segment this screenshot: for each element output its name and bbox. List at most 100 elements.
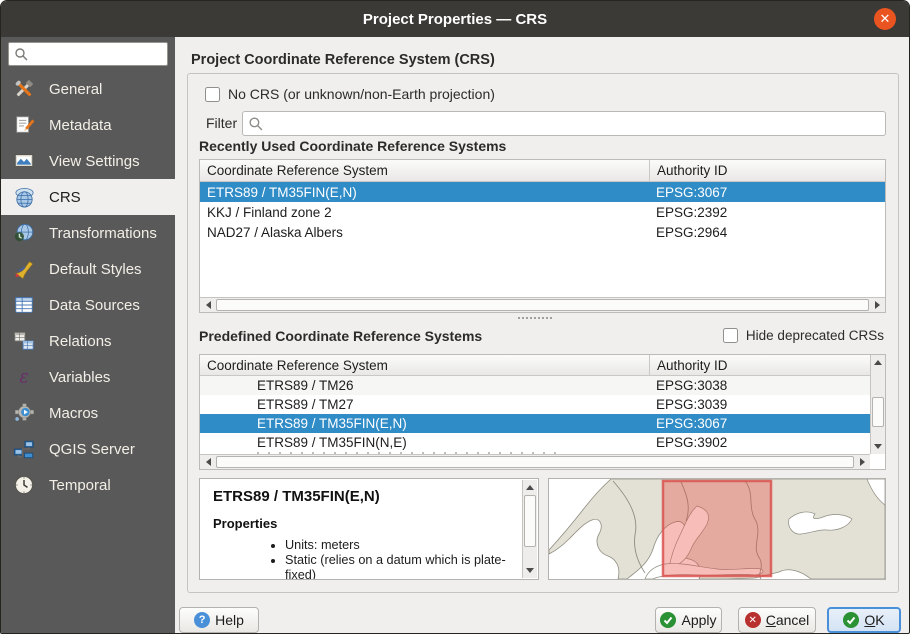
sidebar-item-metadata[interactable]: Metadata: [1, 107, 175, 143]
crs-extent-map-preview: [548, 478, 886, 580]
table-row[interactable]: KKJ / Finland zone 2 EPSG:2392: [200, 202, 885, 222]
sidebar-item-variables[interactable]: ε Variables: [1, 359, 175, 395]
scroll-down-button[interactable]: [870, 440, 885, 454]
gear-play-icon: [11, 400, 37, 426]
sidebar-item-transformations[interactable]: Transformations: [1, 215, 175, 251]
sidebar-item-label: Temporal: [49, 477, 111, 494]
apply-button-label: Apply: [681, 612, 716, 628]
recent-crs-title: Recently Used Coordinate Reference Syste…: [199, 138, 506, 154]
predefined-table-header[interactable]: Coordinate Reference System Authority ID: [200, 355, 885, 376]
crs-properties-heading: Properties: [213, 516, 518, 531]
sidebar-search-input[interactable]: [8, 42, 168, 66]
no-crs-checkbox[interactable]: [205, 87, 220, 102]
paintbrush-icon: [11, 256, 37, 282]
authority-id: EPSG:3067: [649, 416, 885, 431]
map-svg: [549, 479, 885, 579]
scrollbar-thumb[interactable]: [216, 299, 869, 311]
horizontal-scrollbar[interactable]: [200, 297, 885, 312]
scroll-left-button[interactable]: [200, 455, 215, 469]
epsilon-icon: ε: [11, 364, 37, 390]
authority-id: EPSG:3039: [649, 397, 885, 412]
horizontal-scrollbar[interactable]: [200, 454, 870, 469]
authority-id: EPSG:2392: [649, 205, 885, 220]
column-header-authority[interactable]: Authority ID: [649, 160, 885, 181]
sidebar-item-macros[interactable]: Macros: [1, 395, 175, 431]
crs-frame: No CRS (or unknown/non-Earth projection)…: [187, 73, 899, 593]
hide-deprecated-label: Hide deprecated CRSs: [746, 328, 884, 343]
cancel-button-label: Cancel: [766, 612, 810, 628]
vertical-scrollbar[interactable]: [870, 355, 885, 454]
sidebar-item-label: Relations: [49, 333, 112, 350]
close-button[interactable]: ✕: [874, 8, 896, 30]
search-icon: [248, 116, 263, 131]
table-row[interactable]: ETRS89 / TM26 EPSG:3038: [200, 376, 885, 395]
sidebar: General Metadata View Settings CRS Trans…: [1, 37, 175, 633]
help-icon: ?: [194, 612, 210, 628]
sidebar-item-label: View Settings: [49, 153, 140, 170]
no-crs-row: No CRS (or unknown/non-Earth projection): [205, 86, 495, 102]
sidebar-item-general[interactable]: General: [1, 71, 175, 107]
scroll-left-button[interactable]: [200, 298, 215, 312]
column-header-crs[interactable]: Coordinate Reference System: [200, 358, 649, 373]
close-icon: ✕: [880, 11, 891, 27]
column-header-crs[interactable]: Coordinate Reference System: [200, 163, 649, 178]
splitter-handle[interactable]: [518, 317, 552, 319]
sidebar-item-view-settings[interactable]: View Settings: [1, 143, 175, 179]
sidebar-item-label: Variables: [49, 369, 110, 386]
table-icon: [11, 292, 37, 318]
scroll-right-button[interactable]: [855, 455, 870, 469]
property-item: Units: meters: [285, 538, 518, 553]
svg-text:ε: ε: [19, 368, 28, 388]
crs-properties-list: Units: meters Static (relies on a datum …: [213, 538, 518, 580]
recent-table-header[interactable]: Coordinate Reference System Authority ID: [200, 160, 885, 182]
scroll-down-button[interactable]: [522, 564, 537, 578]
check-icon: [843, 612, 859, 628]
sidebar-item-qgis-server[interactable]: QGIS Server: [1, 431, 175, 467]
scrollbar-thumb[interactable]: [872, 397, 884, 427]
crs-details-panel: ETRS89 / TM35FIN(E,N) Properties Units: …: [199, 478, 539, 580]
sidebar-item-label: Transformations: [49, 225, 157, 242]
filter-input[interactable]: [242, 111, 886, 136]
table-row[interactable]: ETRS89 / TM35FIN(E,N) EPSG:3067: [200, 182, 885, 202]
crs-name: ETRS89 / TM26: [200, 378, 649, 393]
network-computers-icon: [11, 436, 37, 462]
crs-extent-rect: [663, 481, 771, 576]
scrollbar-thumb[interactable]: [524, 495, 536, 547]
scroll-up-button[interactable]: [522, 480, 537, 494]
apply-button[interactable]: Apply: [655, 607, 722, 633]
sidebar-item-temporal[interactable]: Temporal: [1, 467, 175, 503]
cancel-button[interactable]: ✕ Cancel: [738, 607, 816, 633]
no-crs-label: No CRS (or unknown/non-Earth projection): [228, 86, 495, 102]
authority-id: EPSG:2964: [649, 225, 885, 240]
predefined-crs-title: Predefined Coordinate Reference Systems: [199, 328, 482, 344]
scroll-up-button[interactable]: [870, 355, 885, 369]
table-row[interactable]: ETRS89 / TM35FIN(N,E) EPSG:3902: [200, 433, 885, 452]
search-icon: [14, 47, 28, 61]
globe-icon: [11, 184, 37, 210]
crs-name: ETRS89 / TM35FIN(N,E): [200, 435, 649, 450]
table-row[interactable]: ETRS89 / TM35FIN(E,N) EPSG:3067: [200, 414, 885, 433]
cross-icon: ✕: [745, 612, 761, 628]
ok-button[interactable]: OK: [827, 607, 901, 633]
sidebar-item-crs[interactable]: CRS: [1, 179, 175, 215]
sidebar-item-label: QGIS Server: [49, 441, 135, 458]
table-row[interactable]: ETRS89 / TM27 EPSG:3039: [200, 395, 885, 414]
project-properties-dialog: Project Properties — CRS ✕ General Metad…: [0, 0, 910, 634]
table-row[interactable]: NAD27 / Alaska Albers EPSG:2964: [200, 222, 885, 242]
sidebar-item-relations[interactable]: Relations: [1, 323, 175, 359]
sidebar-item-data-sources[interactable]: Data Sources: [1, 287, 175, 323]
check-icon: [660, 612, 676, 628]
scrollbar-thumb[interactable]: [216, 456, 854, 468]
titlebar[interactable]: Project Properties — CRS ✕: [1, 1, 909, 37]
tools-icon: [11, 76, 37, 102]
property-item: Static (relies on a datum which is plate…: [285, 553, 518, 580]
scroll-right-button[interactable]: [870, 298, 885, 312]
hide-deprecated-checkbox[interactable]: [723, 328, 738, 343]
column-header-authority[interactable]: Authority ID: [649, 355, 885, 375]
sidebar-item-default-styles[interactable]: Default Styles: [1, 251, 175, 287]
sidebar-item-label: Macros: [49, 405, 98, 422]
crs-name: KKJ / Finland zone 2: [200, 205, 649, 220]
help-button[interactable]: ? Help: [179, 607, 259, 633]
linked-tables-icon: [11, 328, 37, 354]
vertical-scrollbar[interactable]: [522, 480, 537, 578]
